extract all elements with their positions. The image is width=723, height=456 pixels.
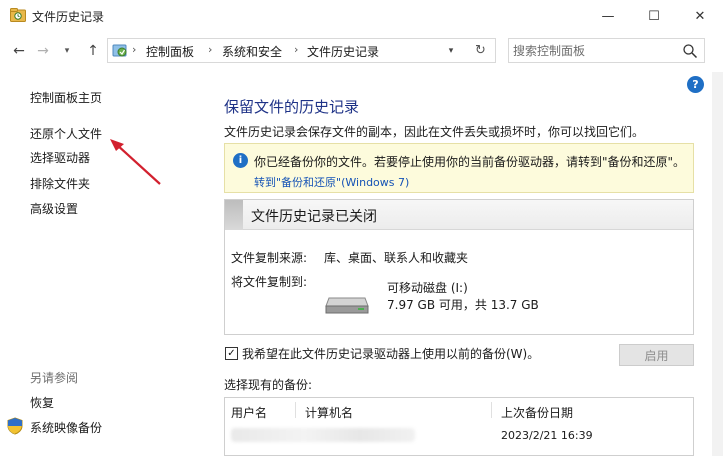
removable-drive-icon [325, 297, 369, 314]
backup-table[interactable]: 用户名 计算机名 上次备份日期 2023/2/21 16:39 [224, 397, 694, 456]
annotation-arrow-icon [110, 139, 161, 185]
navigation-bar: ← → ▾ ↑ › 控制面板 › 系统和安全 › 文件历史记录 ▾ ↻ [0, 32, 723, 70]
drive-space: 7.97 GB 可用，共 13.7 GB [387, 298, 539, 312]
search-box[interactable] [508, 38, 705, 63]
address-dropdown-button[interactable]: ▾ [440, 38, 462, 63]
info-banner: i 你已经备份你的文件。若要停止使用你的当前备份驱动器，请转到"备份和还原"。 … [224, 143, 694, 193]
address-bar[interactable]: › 控制面板 › 系统和安全 › 文件历史记录 [107, 38, 496, 63]
column-header-computer[interactable]: 计算机名 [305, 404, 353, 421]
help-icon[interactable]: ? [687, 76, 704, 93]
shield-icon [7, 417, 23, 435]
breadcrumb-system-security[interactable]: 系统和安全 [222, 43, 282, 60]
minimize-button[interactable]: — [585, 0, 631, 32]
page-title: 保留文件的历史记录 [224, 98, 360, 116]
see-also-recovery[interactable]: 恢复 [30, 394, 54, 411]
destination-label: 将文件复制到: [231, 275, 308, 289]
window-title: 文件历史记录 [32, 10, 105, 24]
breadcrumb-file-history[interactable]: 文件历史记录 [307, 43, 379, 60]
breadcrumb-separator: › [208, 43, 213, 56]
sidebar-item-exclude-folders[interactable]: 排除文件夹 [30, 175, 90, 192]
search-icon[interactable] [682, 43, 698, 59]
refresh-button[interactable]: ↻ [466, 38, 496, 63]
status-header: 文件历史记录已关闭 [225, 200, 693, 230]
status-title: 文件历史记录已关闭 [251, 209, 377, 225]
enable-button[interactable]: 启用 [619, 344, 694, 366]
control-panel-icon [112, 44, 127, 57]
sidebar-item-advanced-settings[interactable]: 高级设置 [30, 200, 78, 217]
breadcrumb-separator: › [132, 43, 137, 56]
breadcrumb-control-panel[interactable]: 控制面板 [146, 43, 194, 60]
select-backup-label: 选择现有的备份: [224, 378, 313, 392]
backup-restore-link[interactable]: 转到"备份和还原"(Windows 7) [254, 174, 409, 190]
search-input[interactable] [513, 41, 673, 60]
table-row-date[interactable]: 2023/2/21 16:39 [501, 429, 593, 442]
file-history-icon [10, 8, 26, 22]
breadcrumb-separator: › [294, 43, 299, 56]
column-divider [295, 402, 296, 418]
status-indicator [225, 200, 243, 230]
up-button[interactable]: ↑ [84, 41, 102, 61]
info-text: 你已经备份你的文件。若要停止使用你的当前备份驱动器，请转到"备份和还原"。 [254, 155, 686, 169]
back-button[interactable]: ← [10, 41, 28, 61]
column-header-last-backup[interactable]: 上次备份日期 [501, 404, 573, 421]
column-header-username[interactable]: 用户名 [231, 404, 267, 421]
status-panel: 文件历史记录已关闭 文件复制来源: 库、桌面、联系人和收藏夹 将文件复制到: 可… [224, 199, 694, 335]
drive-name: 可移动磁盘 (I:) [387, 281, 468, 295]
source-value: 库、桌面、联系人和收藏夹 [324, 251, 469, 265]
close-button[interactable]: ✕ [677, 0, 723, 32]
redacted-user-info [231, 428, 415, 442]
recent-locations-button[interactable]: ▾ [58, 41, 76, 61]
sidebar-item-control-panel-home[interactable]: 控制面板主页 [30, 89, 102, 106]
column-divider [491, 402, 492, 418]
info-icon: i [233, 153, 248, 168]
page-description: 文件历史记录会保存文件的副本，因此在文件丢失或损坏时，你可以找回它们。 [224, 125, 645, 139]
maximize-button[interactable]: ☐ [631, 0, 677, 32]
source-label: 文件复制来源: [231, 251, 308, 265]
use-previous-backup-checkbox[interactable]: ✓ [225, 347, 238, 360]
see-also-system-image-backup[interactable]: 系统映像备份 [30, 419, 102, 436]
sidebar-item-restore-files[interactable]: 还原个人文件 [30, 125, 102, 142]
sidebar-item-select-drive[interactable]: 选择驱动器 [30, 149, 90, 166]
title-bar: 文件历史记录 — ☐ ✕ [0, 0, 723, 32]
see-also-heading: 另请参阅 [30, 371, 79, 385]
use-previous-backup-label[interactable]: 我希望在此文件历史记录驱动器上使用以前的备份(W)。 [242, 345, 539, 362]
forward-button[interactable]: → [34, 41, 52, 61]
vertical-scrollbar[interactable] [712, 72, 723, 456]
